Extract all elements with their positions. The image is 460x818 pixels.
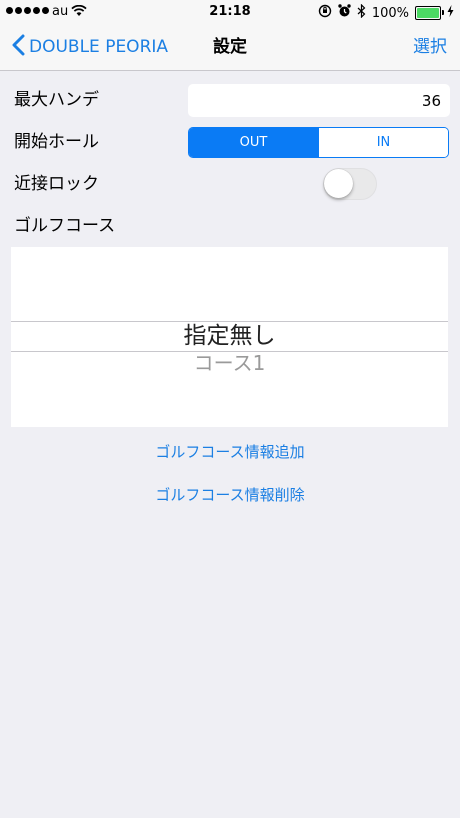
alarm-icon xyxy=(338,4,351,22)
start-hole-segmented-control: OUT IN xyxy=(188,127,449,158)
proximity-lock-toggle[interactable] xyxy=(323,168,377,200)
picker-option-selected[interactable]: 指定無し xyxy=(11,321,448,351)
rotation-lock-icon xyxy=(318,4,332,22)
add-course-info-link[interactable]: ゴルフコース情報追加 xyxy=(0,441,460,462)
navigation-bar: DOUBLE PEORIA 設定 選択 xyxy=(0,24,460,71)
golf-course-picker[interactable]: 指定無し コース1 xyxy=(11,247,448,427)
status-bar: au 21:18 100% xyxy=(0,0,460,24)
max-handicap-label: 最大ハンデ xyxy=(14,90,99,110)
golf-course-label: ゴルフコース xyxy=(14,216,116,236)
segment-out[interactable]: OUT xyxy=(189,128,318,157)
max-handicap-input[interactable] xyxy=(188,84,450,117)
battery-icon xyxy=(415,6,444,20)
select-button[interactable]: 選択 xyxy=(413,24,447,70)
charging-bolt-icon xyxy=(447,5,454,21)
battery-text: 100% xyxy=(371,5,409,21)
bluetooth-icon xyxy=(357,3,366,22)
start-hole-label: 開始ホール xyxy=(14,132,99,152)
back-button-label: DOUBLE PEORIA xyxy=(29,37,169,57)
picker-option[interactable]: コース1 xyxy=(11,351,448,377)
delete-course-info-link[interactable]: ゴルフコース情報削除 xyxy=(0,484,460,505)
chevron-left-icon xyxy=(12,34,25,61)
proximity-lock-label: 近接ロック xyxy=(14,174,99,194)
segment-in[interactable]: IN xyxy=(318,128,448,157)
toggle-knob xyxy=(324,169,353,198)
back-button[interactable]: DOUBLE PEORIA xyxy=(12,24,168,70)
